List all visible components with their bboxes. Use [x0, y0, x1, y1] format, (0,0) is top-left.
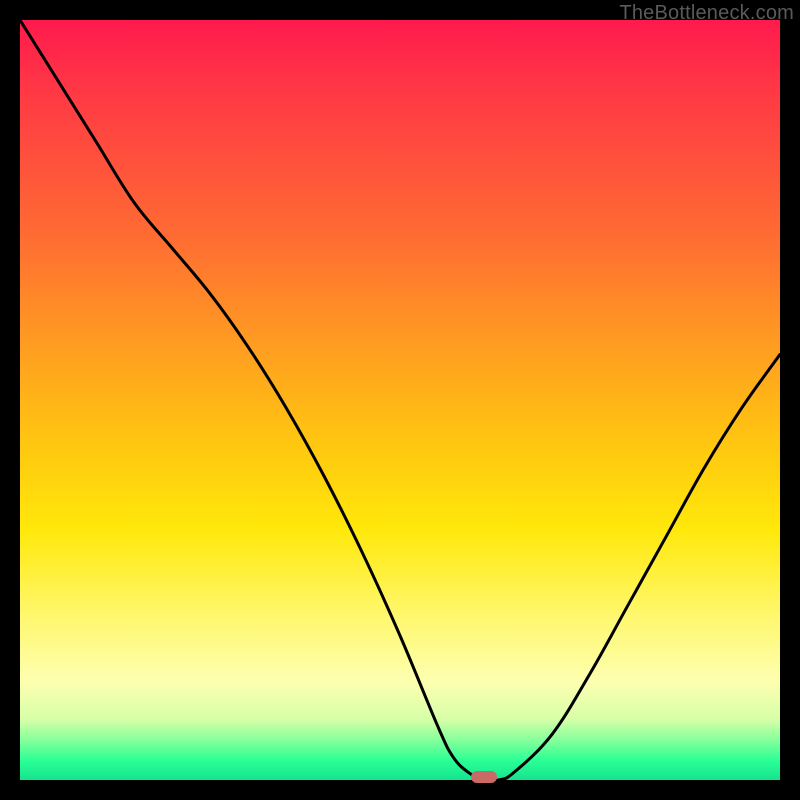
bottleneck-curve: [20, 20, 780, 780]
minimum-marker: [471, 771, 497, 783]
chart-frame: TheBottleneck.com: [0, 0, 800, 800]
plot-area: [20, 20, 780, 780]
